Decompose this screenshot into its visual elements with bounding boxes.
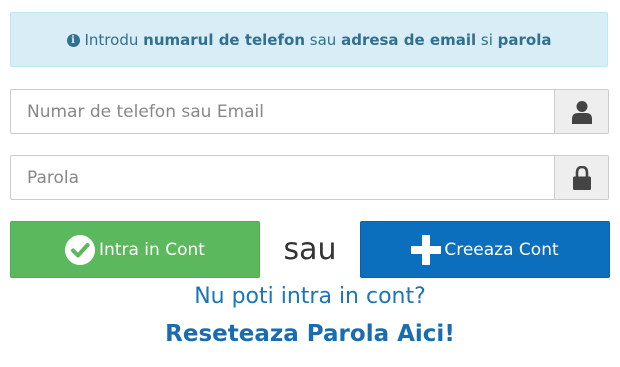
login-button-label: Intra in Cont [99, 239, 205, 260]
alert-text-and: si [480, 30, 493, 49]
phone-email-input[interactable] [10, 89, 554, 134]
lock-addon [554, 155, 609, 200]
password-input-group [10, 155, 609, 200]
info-circle-icon: i [66, 34, 80, 47]
user-icon [571, 100, 592, 124]
plus-icon [411, 234, 442, 265]
user-addon [554, 89, 609, 134]
alert-text-or: sau [309, 30, 337, 49]
alert-text-intro: Introdu [84, 30, 139, 49]
reset-password-link[interactable]: Reseteaza Parola Aici! [0, 321, 620, 347]
lock-icon [572, 165, 591, 190]
alert-text-email: adresa de email [341, 30, 477, 49]
forgot-login-link[interactable]: Nu poti intra in cont? [0, 284, 620, 309]
create-account-button[interactable]: Creeaza Cont [360, 221, 610, 278]
login-button[interactable]: Intra in Cont [10, 221, 260, 278]
alert-text-phone: numarul de telefon [143, 30, 305, 49]
alert-text-password: parola [497, 30, 552, 49]
login-input-group [10, 89, 609, 134]
create-account-button-label: Creeaza Cont [444, 239, 559, 260]
password-input[interactable] [10, 155, 554, 200]
info-alert: i Introdu numarul de telefon sau adresa … [10, 12, 608, 67]
check-circle-icon [65, 234, 96, 265]
or-separator: sau [283, 231, 337, 267]
